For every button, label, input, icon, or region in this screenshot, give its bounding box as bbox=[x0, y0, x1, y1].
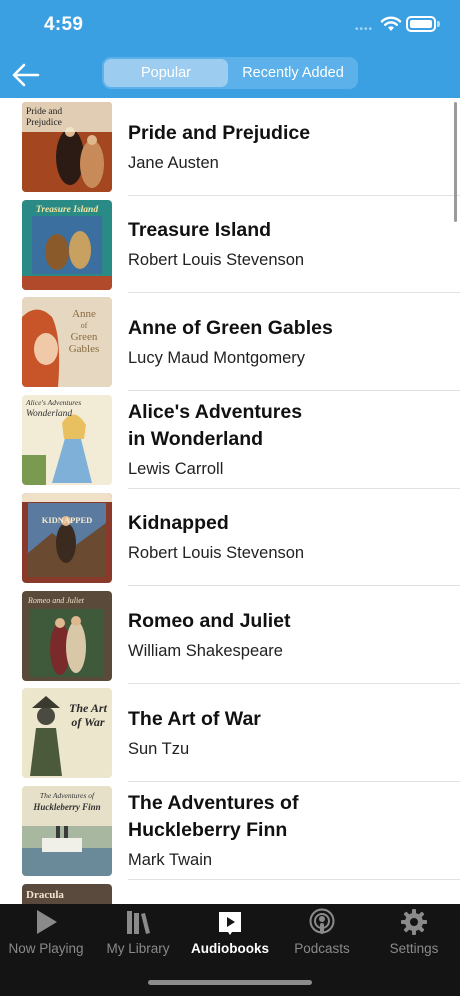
book-author: Sun Tzu bbox=[128, 739, 190, 758]
book-title: The Adventures of Huckleberry Finn bbox=[128, 791, 299, 841]
book-cover: Alice's Adventures Wonderland bbox=[22, 395, 112, 486]
svg-text:The Adventures of: The Adventures of bbox=[40, 791, 95, 800]
book-author: Robert Louis Stevenson bbox=[128, 544, 305, 563]
audiobooks-icon bbox=[219, 912, 241, 935]
status-time: 4:59 bbox=[44, 14, 84, 35]
book-title: Treasure Island bbox=[128, 219, 272, 242]
book-text: Alice's Adventures in Wonderland Lewis C… bbox=[128, 391, 440, 488]
play-icon bbox=[37, 910, 57, 934]
book-text: Romeo and Juliet William Shakespeare bbox=[128, 587, 440, 684]
wifi-icon bbox=[380, 16, 402, 31]
book-cover: Romeo and Juliet bbox=[22, 590, 112, 681]
segment-popular[interactable]: Popular bbox=[104, 59, 228, 87]
list-item[interactable]: Treasure Island Treasure Island Robert L… bbox=[0, 196, 460, 294]
svg-text:Huckleberry Finn: Huckleberry Finn bbox=[32, 802, 100, 812]
book-author: William Shakespeare bbox=[128, 642, 283, 660]
library-icon bbox=[127, 911, 150, 934]
book-author: Robert Louis Stevenson bbox=[128, 251, 305, 270]
home-indicator bbox=[148, 980, 312, 985]
svg-text:of: of bbox=[81, 321, 88, 330]
book-title: Anne of Green Gables bbox=[128, 316, 333, 339]
svg-text:Anne: Anne bbox=[72, 308, 96, 320]
book-title: Romeo and Juliet bbox=[128, 610, 291, 632]
list-item[interactable]: Pride and Prejudice Pride and Prejudice … bbox=[0, 98, 460, 196]
svg-text:Green: Green bbox=[71, 331, 98, 343]
book-title: The Art of War bbox=[128, 707, 261, 730]
svg-text:Pride and: Pride and bbox=[26, 107, 62, 117]
book-title: Alice's Adventures in Wonderland bbox=[128, 401, 303, 451]
segmented-control: Popular Recently Added bbox=[102, 57, 358, 89]
book-author: Mark Twain bbox=[128, 850, 213, 869]
book-author: Lewis Carroll bbox=[128, 460, 224, 479]
book-list[interactable]: Pride and Prejudice Pride and Prejudice … bbox=[0, 98, 460, 904]
book-text: Kidnapped Robert Louis Stevenson bbox=[128, 489, 440, 586]
svg-text:KIDNAPPED: KIDNAPPED bbox=[42, 515, 93, 525]
book-title: Kidnapped bbox=[128, 512, 229, 535]
book-cover: Anne of Green Gables bbox=[22, 297, 112, 388]
tab-label: Audiobooks bbox=[191, 941, 269, 956]
top-bar: 4:59 •••• Popular Recently Added bbox=[0, 0, 460, 98]
tab-audiobooks[interactable]: Audiobooks bbox=[184, 904, 276, 966]
svg-text:Romeo and Juliet: Romeo and Juliet bbox=[27, 596, 85, 605]
battery-icon bbox=[406, 16, 436, 32]
list-item[interactable]: The Art of War The Art of War Sun Tzu bbox=[0, 684, 460, 782]
tab-settings[interactable]: Settings bbox=[368, 904, 460, 966]
book-text: Treasure Island Robert Louis Stevenson bbox=[128, 196, 440, 293]
segment-recently-added[interactable]: Recently Added bbox=[230, 59, 356, 87]
svg-text:Dracula: Dracula bbox=[26, 889, 64, 901]
book-cover: Dracula bbox=[22, 883, 112, 904]
svg-text:Prejudice: Prejudice bbox=[26, 118, 62, 128]
tab-label: Settings bbox=[389, 941, 439, 956]
tab-label: Now Playing bbox=[8, 941, 84, 956]
svg-text:of War: of War bbox=[71, 715, 105, 729]
svg-text:Gables: Gables bbox=[69, 343, 100, 355]
list-item[interactable]: Anne of Green Gables Anne of Green Gable… bbox=[0, 293, 460, 392]
tab-now-playing[interactable]: Now Playing bbox=[0, 904, 92, 966]
book-text: The Adventures of Huckleberry Finn Mark … bbox=[128, 782, 440, 879]
list-item[interactable]: Romeo and Juliet Romeo and Juliet Willia… bbox=[0, 587, 460, 685]
book-cover: The Adventures of Huckleberry Finn bbox=[22, 785, 112, 876]
book-cover: Treasure Island bbox=[22, 199, 112, 290]
book-author: Jane Austen bbox=[128, 153, 219, 172]
book-text: Pride and Prejudice Jane Austen bbox=[128, 98, 440, 195]
battery-tip bbox=[437, 21, 440, 27]
book-text: Anne of Green Gables Lucy Maud Montgomer… bbox=[128, 293, 440, 390]
svg-text:The Art: The Art bbox=[69, 701, 108, 715]
tab-label: Podcasts bbox=[294, 941, 350, 956]
back-arrow-icon[interactable] bbox=[10, 60, 42, 90]
book-cover: KIDNAPPED bbox=[22, 492, 112, 583]
book-title: Pride and Prejudice bbox=[128, 121, 311, 144]
tab-my-library[interactable]: My Library bbox=[92, 904, 184, 966]
tab-podcasts[interactable]: Podcasts bbox=[276, 904, 368, 966]
svg-text:Treasure Island: Treasure Island bbox=[36, 205, 98, 215]
list-item[interactable]: Dracula bbox=[0, 880, 460, 904]
list-item[interactable]: The Adventures of Huckleberry Finn The A… bbox=[0, 782, 460, 880]
gear-icon bbox=[401, 909, 427, 935]
svg-text:Alice's Adventures: Alice's Adventures bbox=[25, 398, 81, 407]
list-item[interactable]: KIDNAPPED Kidnapped Robert Louis Stevens… bbox=[0, 489, 460, 587]
podcast-icon bbox=[309, 908, 335, 934]
signal-dots: •••• bbox=[355, 24, 374, 35]
tab-label: My Library bbox=[106, 941, 170, 956]
svg-text:Wonderland: Wonderland bbox=[26, 409, 72, 419]
book-author: Lucy Maud Montgomery bbox=[128, 348, 305, 367]
scrollbar[interactable] bbox=[454, 102, 457, 222]
list-item[interactable]: Alice's Adventures Wonderland Alice's Ad… bbox=[0, 391, 460, 489]
tab-bar: Now Playing My Library Audiobooks Podcas… bbox=[0, 904, 460, 996]
book-cover: Pride and Prejudice bbox=[22, 102, 112, 192]
book-text: The Art of War Sun Tzu bbox=[128, 684, 440, 781]
book-cover: The Art of War bbox=[22, 688, 112, 779]
